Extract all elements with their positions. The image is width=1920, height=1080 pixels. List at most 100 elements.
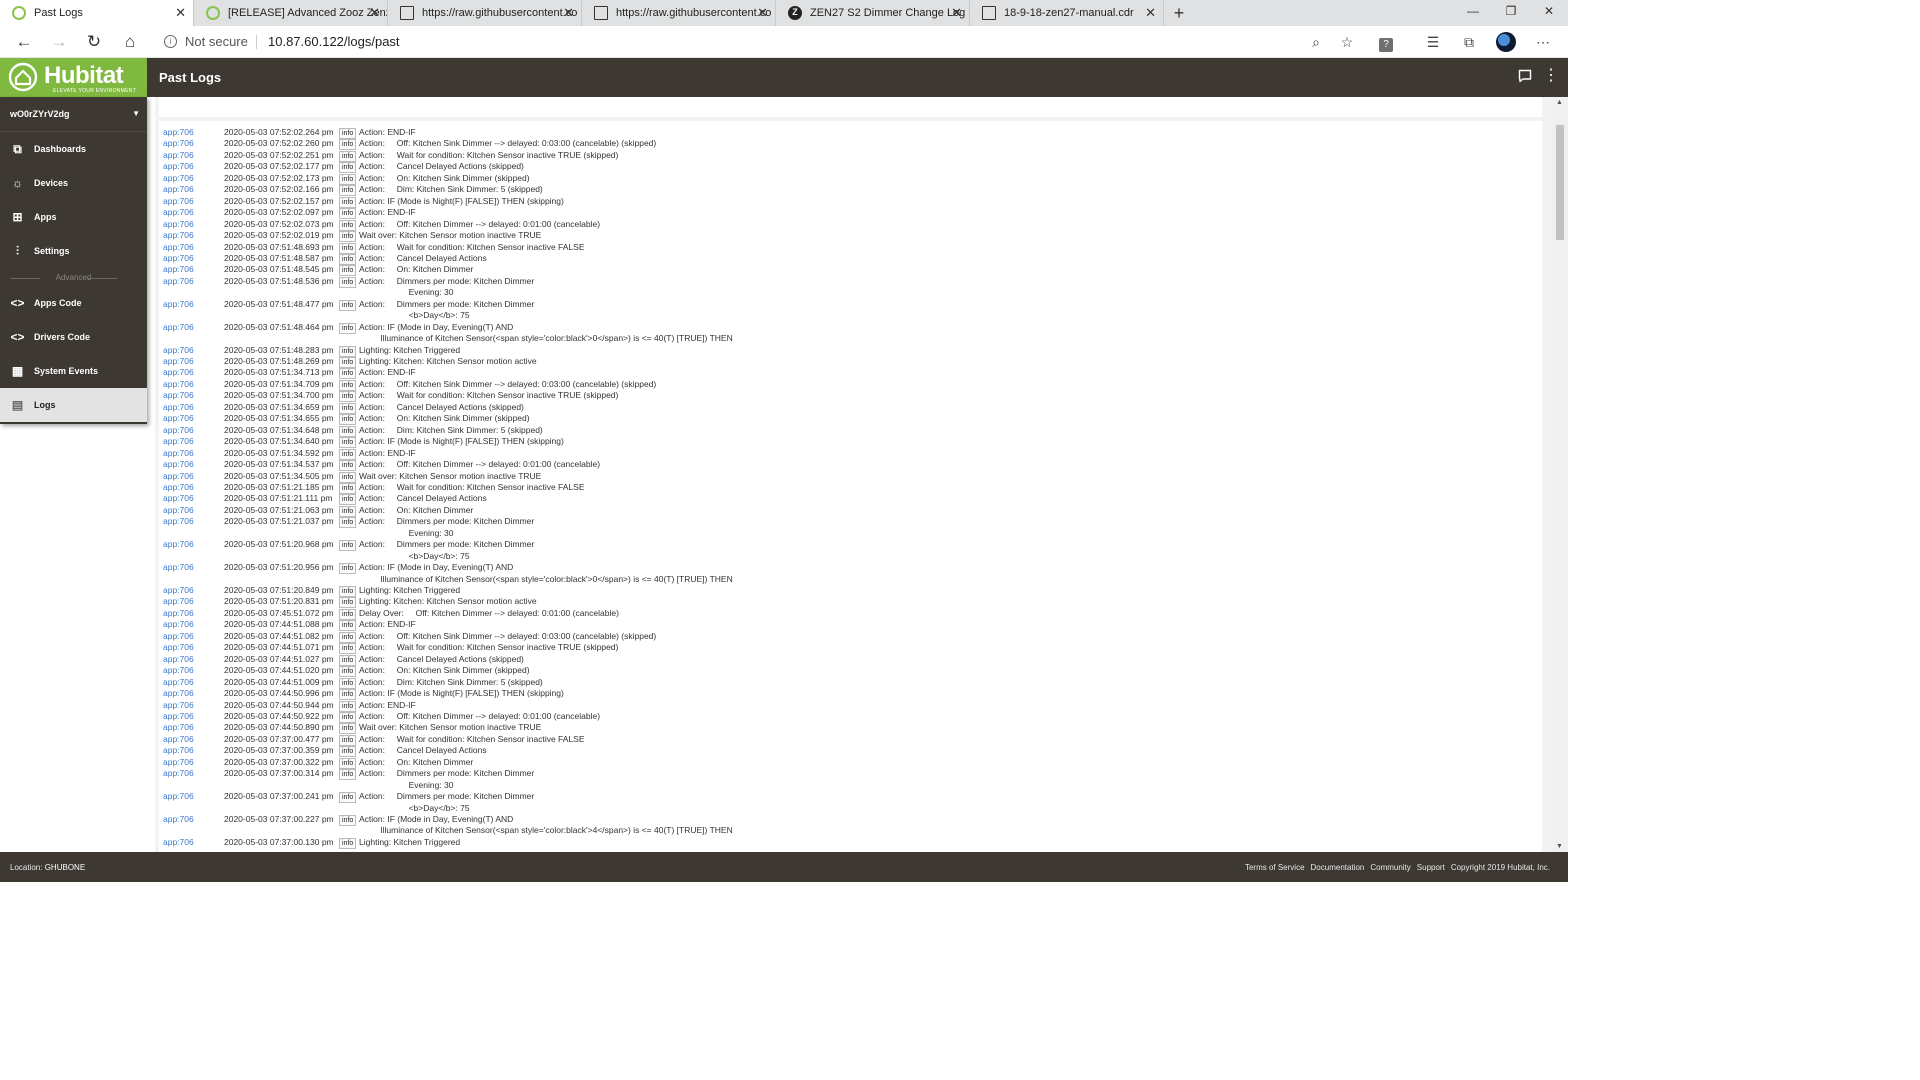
log-source-link[interactable]: app:706 xyxy=(163,413,194,424)
restore-icon[interactable]: ❐ xyxy=(1492,0,1530,26)
extension-icon[interactable]: ? xyxy=(1374,30,1398,54)
log-source-link[interactable]: app:706 xyxy=(163,677,194,688)
sidebar-item-system-events[interactable]: ▦ System Events xyxy=(0,354,147,388)
log-source-link[interactable]: app:706 xyxy=(163,768,194,779)
log-source-link[interactable]: app:706 xyxy=(163,299,194,310)
sidebar-item-apps-code[interactable]: <> Apps Code xyxy=(0,286,147,320)
log-source-link[interactable]: app:706 xyxy=(163,253,194,264)
more-vert-icon[interactable]: ⋮ xyxy=(1543,67,1559,87)
browser-tab-zen27-manual[interactable]: 18-9-18-zen27-manual.cdr ✕ xyxy=(970,0,1164,26)
more-icon[interactable]: ⋯ xyxy=(1531,30,1555,54)
log-source-link[interactable]: app:706 xyxy=(163,745,194,756)
back-arrow-icon[interactable]: ← xyxy=(12,30,36,54)
chat-icon[interactable] xyxy=(1518,69,1532,83)
log-source-link[interactable]: app:706 xyxy=(163,425,194,436)
log-source-link[interactable]: app:706 xyxy=(163,757,194,768)
log-source-link[interactable]: app:706 xyxy=(163,242,194,253)
close-icon[interactable]: ✕ xyxy=(1145,0,1156,26)
log-source-link[interactable]: app:706 xyxy=(163,264,194,275)
log-source-link[interactable]: app:706 xyxy=(163,184,194,195)
sidebar-item-drivers-code[interactable]: <> Drivers Code xyxy=(0,320,147,354)
log-source-link[interactable]: app:706 xyxy=(163,493,194,504)
forward-arrow-icon[interactable]: → xyxy=(47,30,71,54)
minimize-icon[interactable]: — xyxy=(1454,0,1492,26)
log-source-link[interactable]: app:706 xyxy=(163,459,194,470)
log-source-link[interactable]: app:706 xyxy=(163,688,194,699)
log-source-link[interactable]: app:706 xyxy=(163,322,194,333)
sidebar-item-settings[interactable]: ⫶ Settings xyxy=(0,234,147,268)
log-source-link[interactable]: app:706 xyxy=(163,711,194,722)
scroll-up-icon[interactable]: ▲ xyxy=(1556,99,1563,106)
sidebar-item-devices[interactable]: ☼ Devices xyxy=(0,166,147,200)
close-icon[interactable]: ✕ xyxy=(175,0,186,26)
log-source-link[interactable]: app:706 xyxy=(163,562,194,573)
footer-link-community[interactable]: Community xyxy=(1370,863,1410,872)
browser-tab-release-zooz[interactable]: [RELEASE] Advanced Zooz Zen27 ✕ xyxy=(194,0,388,26)
log-source-link[interactable]: app:706 xyxy=(163,276,194,287)
log-source-link[interactable]: app:706 xyxy=(163,814,194,825)
log-source-link[interactable]: app:706 xyxy=(163,665,194,676)
log-source-link[interactable]: app:706 xyxy=(163,127,194,138)
sidebar-item-logs[interactable]: ▤ Logs xyxy=(0,388,147,422)
browser-tab-github-raw-1[interactable]: https://raw.githubusercontent.co ✕ xyxy=(388,0,582,26)
log-source-link[interactable]: app:706 xyxy=(163,837,194,848)
log-source-link[interactable]: app:706 xyxy=(163,219,194,230)
log-source-link[interactable]: app:706 xyxy=(163,505,194,516)
scroll-thumb[interactable] xyxy=(1556,125,1564,240)
log-source-link[interactable]: app:706 xyxy=(163,619,194,630)
log-source-link[interactable]: app:706 xyxy=(163,482,194,493)
log-source-link[interactable]: app:706 xyxy=(163,585,194,596)
log-source-link[interactable]: app:706 xyxy=(163,654,194,665)
browser-tab-past-logs[interactable]: Past Logs ✕ xyxy=(0,0,194,26)
log-source-link[interactable]: app:706 xyxy=(163,356,194,367)
log-source-link[interactable]: app:706 xyxy=(163,642,194,653)
info-icon[interactable]: i xyxy=(164,35,177,48)
window-close-icon[interactable]: ✕ xyxy=(1530,0,1568,26)
log-source-link[interactable]: app:706 xyxy=(163,539,194,550)
sidebar-item-dashboards[interactable]: ⧉ Dashboards xyxy=(0,132,147,166)
log-source-link[interactable]: app:706 xyxy=(163,196,194,207)
scrollbar[interactable]: ▲ ▼ xyxy=(1553,97,1568,852)
log-source-link[interactable]: app:706 xyxy=(163,471,194,482)
log-source-link[interactable]: app:706 xyxy=(163,367,194,378)
close-icon[interactable]: ✕ xyxy=(951,0,962,26)
footer-link-support[interactable]: Support xyxy=(1417,863,1445,872)
log-source-link[interactable]: app:706 xyxy=(163,390,194,401)
log-source-link[interactable]: app:706 xyxy=(163,138,194,149)
close-icon[interactable]: ✕ xyxy=(369,0,380,26)
log-source-link[interactable]: app:706 xyxy=(163,207,194,218)
log-source-link[interactable]: app:706 xyxy=(163,791,194,802)
log-source-link[interactable]: app:706 xyxy=(163,173,194,184)
log-source-link[interactable]: app:706 xyxy=(163,631,194,642)
log-source-link[interactable]: app:706 xyxy=(163,700,194,711)
log-source-link[interactable]: app:706 xyxy=(163,230,194,241)
log-source-link[interactable]: app:706 xyxy=(163,448,194,459)
hubitat-logo[interactable]: Hubitat ELEVATE YOUR ENVIRONMENT xyxy=(0,58,147,97)
zoom-icon[interactable]: ⌕ xyxy=(1304,30,1328,54)
log-source-link[interactable]: app:706 xyxy=(163,608,194,619)
sidebar-item-apps[interactable]: ⊞ Apps xyxy=(0,200,147,234)
favorites-icon[interactable]: ☰ xyxy=(1421,30,1445,54)
browser-tab-github-raw-2[interactable]: https://raw.githubusercontent.co ✕ xyxy=(582,0,776,26)
star-icon[interactable]: ☆ xyxy=(1335,30,1359,54)
close-icon[interactable]: ✕ xyxy=(757,0,768,26)
log-source-link[interactable]: app:706 xyxy=(163,379,194,390)
footer-link-documentation[interactable]: Documentation xyxy=(1311,863,1365,872)
profile-avatar[interactable] xyxy=(1494,30,1518,54)
hub-selector[interactable]: wO0rZYrV2dg ▼ xyxy=(0,97,147,132)
scroll-down-icon[interactable]: ▼ xyxy=(1556,843,1563,850)
security-label[interactable]: Not secure xyxy=(185,34,248,49)
home-icon[interactable]: ⌂ xyxy=(118,30,142,54)
log-source-link[interactable]: app:706 xyxy=(163,722,194,733)
url-field[interactable]: 10.87.60.122/logs/past xyxy=(268,34,400,49)
log-source-link[interactable]: app:706 xyxy=(163,516,194,527)
log-source-link[interactable]: app:706 xyxy=(163,345,194,356)
log-source-link[interactable]: app:706 xyxy=(163,734,194,745)
log-source-link[interactable]: app:706 xyxy=(163,150,194,161)
close-icon[interactable]: ✕ xyxy=(563,0,574,26)
collections-icon[interactable]: ⧉ xyxy=(1457,30,1481,54)
log-source-link[interactable]: app:706 xyxy=(163,596,194,607)
log-source-link[interactable]: app:706 xyxy=(163,402,194,413)
browser-tab-zen27-changelog[interactable]: Z ZEN27 S2 Dimmer Change Log - ✕ xyxy=(776,0,970,26)
log-source-link[interactable]: app:706 xyxy=(163,161,194,172)
